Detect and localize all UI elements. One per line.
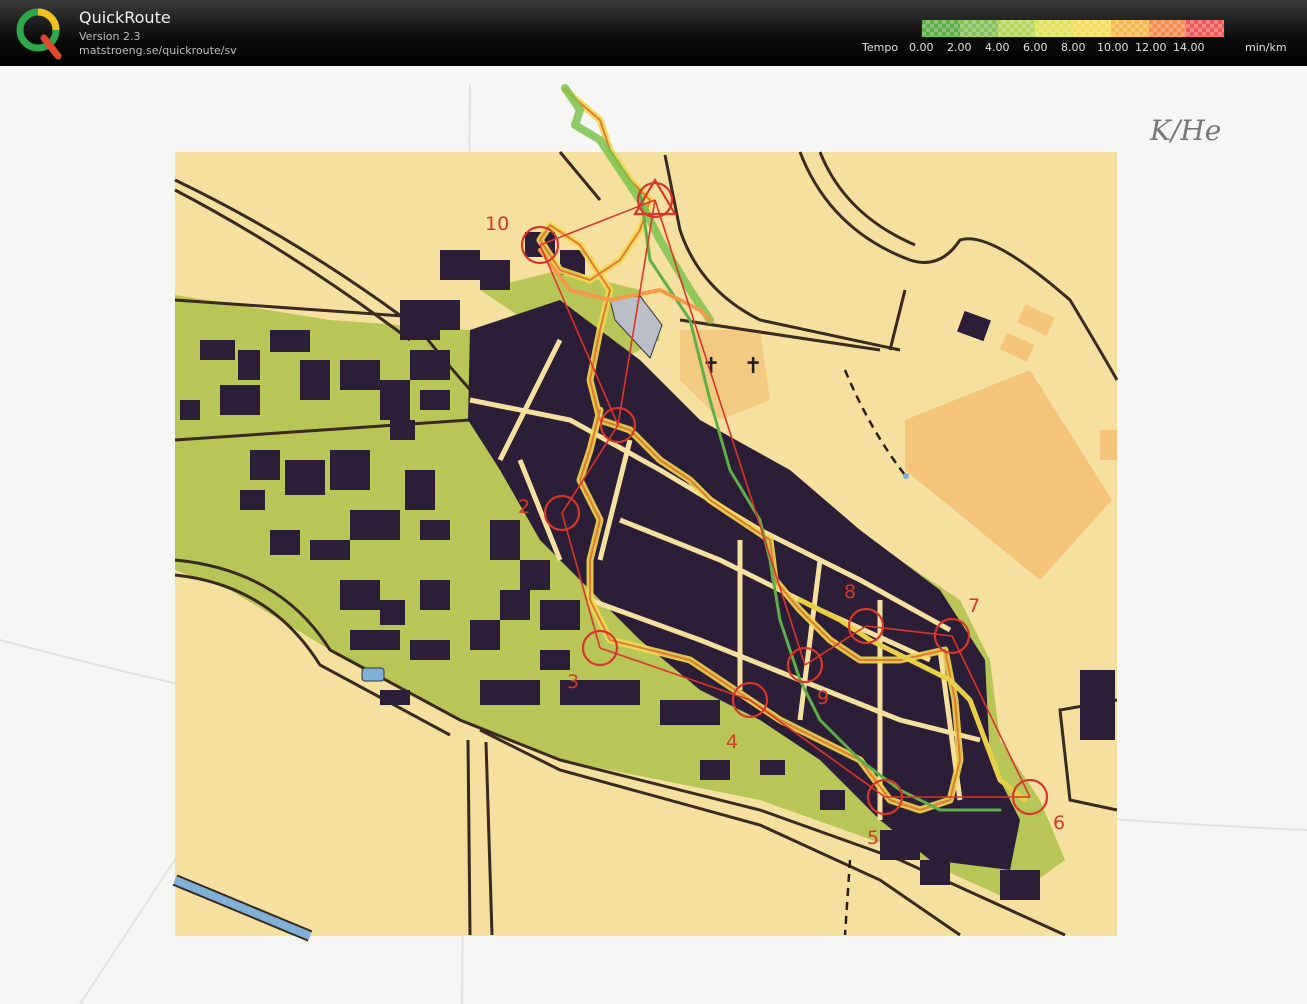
tempo-tick: 8.00 xyxy=(1061,41,1086,54)
pond xyxy=(361,667,385,682)
tempo-scale-segment xyxy=(922,20,960,37)
app-title: QuickRoute xyxy=(79,8,171,27)
tempo-scale-segment xyxy=(997,20,1036,37)
control-label: 8 xyxy=(844,581,856,603)
control-label: 7 xyxy=(968,595,980,617)
app-version: Version 2.3 xyxy=(79,30,141,43)
app-header: QuickRoute Version 2.3 matstroeng.se/qui… xyxy=(0,0,1307,66)
control-label: 3 xyxy=(567,671,579,693)
tempo-scale-segment xyxy=(1110,20,1149,37)
control-label: 9 xyxy=(817,687,829,709)
handwritten-note: K/He xyxy=(1149,114,1221,147)
tempo-label: Tempo xyxy=(862,41,899,54)
tempo-scale-segment xyxy=(1148,20,1187,37)
control-label: 5 xyxy=(867,827,879,849)
tempo-tick: 2.00 xyxy=(947,41,972,54)
control-label: 10 xyxy=(485,213,509,235)
control-label: 4 xyxy=(726,731,738,753)
pond xyxy=(903,473,909,479)
cross-icon: ✝ xyxy=(744,354,762,379)
tempo-tick: 0.00 xyxy=(909,41,934,54)
control-label: 6 xyxy=(1053,812,1065,834)
tempo-tick: 14.00 xyxy=(1173,41,1205,54)
tempo-scale-segment xyxy=(959,20,998,37)
tempo-unit: min/km xyxy=(1245,41,1287,54)
orienteering-map[interactable]: ✝ ✝ 2 3 4 5 6 7 8 9 10 K/He xyxy=(0,66,1307,1004)
tempo-tick: 10.00 xyxy=(1097,41,1129,54)
tempo-scale-segment xyxy=(1073,20,1111,37)
orange-field xyxy=(1100,430,1117,460)
control-label: 2 xyxy=(518,496,530,518)
tempo-color-scale xyxy=(921,19,1225,38)
tempo-tick: 12.00 xyxy=(1135,41,1167,54)
app-url: matstroeng.se/quickroute/sv xyxy=(79,44,237,57)
tempo-scale-segment xyxy=(1186,20,1224,37)
tempo-tick: 4.00 xyxy=(985,41,1010,54)
tempo-scale-segment xyxy=(1035,20,1073,37)
quickroute-logo-icon xyxy=(16,8,62,60)
tempo-tick: 6.00 xyxy=(1023,41,1048,54)
